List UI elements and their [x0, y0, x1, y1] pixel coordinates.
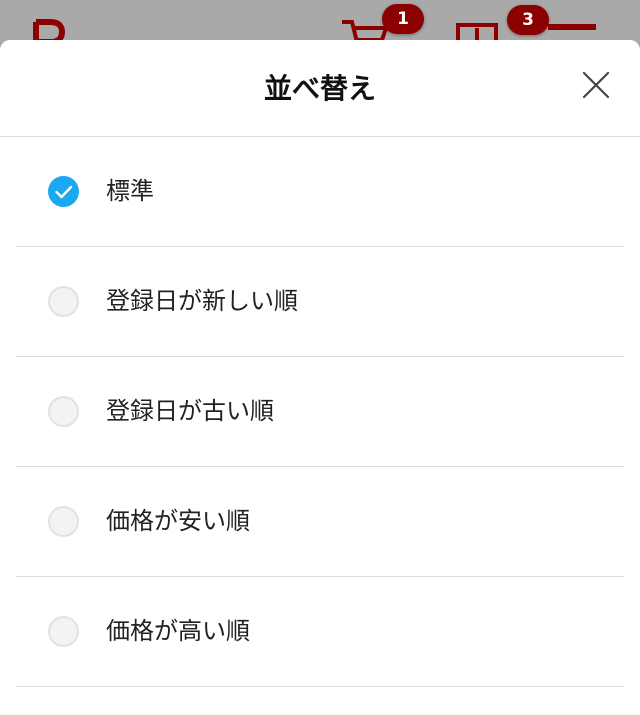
radio-unchecked[interactable] — [48, 286, 79, 317]
radio-unchecked[interactable] — [48, 506, 79, 537]
cart-count-badge: 1 — [382, 4, 424, 34]
sort-sheet: 並べ替え 標準 登録日が新しい順 登録日が古い順 価格が安い順 価格が高い順 — [0, 40, 640, 715]
sort-option-price-high[interactable]: 価格が高い順 — [0, 577, 640, 687]
option-label: 登録日が新しい順 — [106, 287, 298, 315]
close-button[interactable] — [579, 68, 613, 102]
sheet-title: 並べ替え — [263, 72, 376, 105]
sort-option-newest[interactable]: 登録日が新しい順 — [0, 247, 640, 357]
sort-option-list: 標準 登録日が新しい順 登録日が古い順 価格が安い順 価格が高い順 — [0, 137, 640, 687]
option-label: 価格が安い順 — [106, 507, 250, 535]
sort-option-price-low[interactable]: 価格が安い順 — [0, 467, 640, 577]
option-label: 標準 — [106, 177, 154, 205]
notification-count-badge: 3 — [507, 5, 549, 35]
check-icon — [55, 185, 73, 199]
menu-icon — [548, 24, 596, 30]
radio-unchecked[interactable] — [48, 396, 79, 427]
radio-checked[interactable] — [48, 176, 79, 207]
radio-unchecked[interactable] — [48, 616, 79, 647]
sort-option-standard[interactable]: 標準 — [0, 137, 640, 247]
option-label: 価格が高い順 — [106, 617, 250, 645]
option-label: 登録日が古い順 — [106, 397, 274, 425]
sort-option-oldest[interactable]: 登録日が古い順 — [0, 357, 640, 467]
sheet-header: 並べ替え — [0, 40, 640, 137]
close-icon — [582, 71, 610, 99]
